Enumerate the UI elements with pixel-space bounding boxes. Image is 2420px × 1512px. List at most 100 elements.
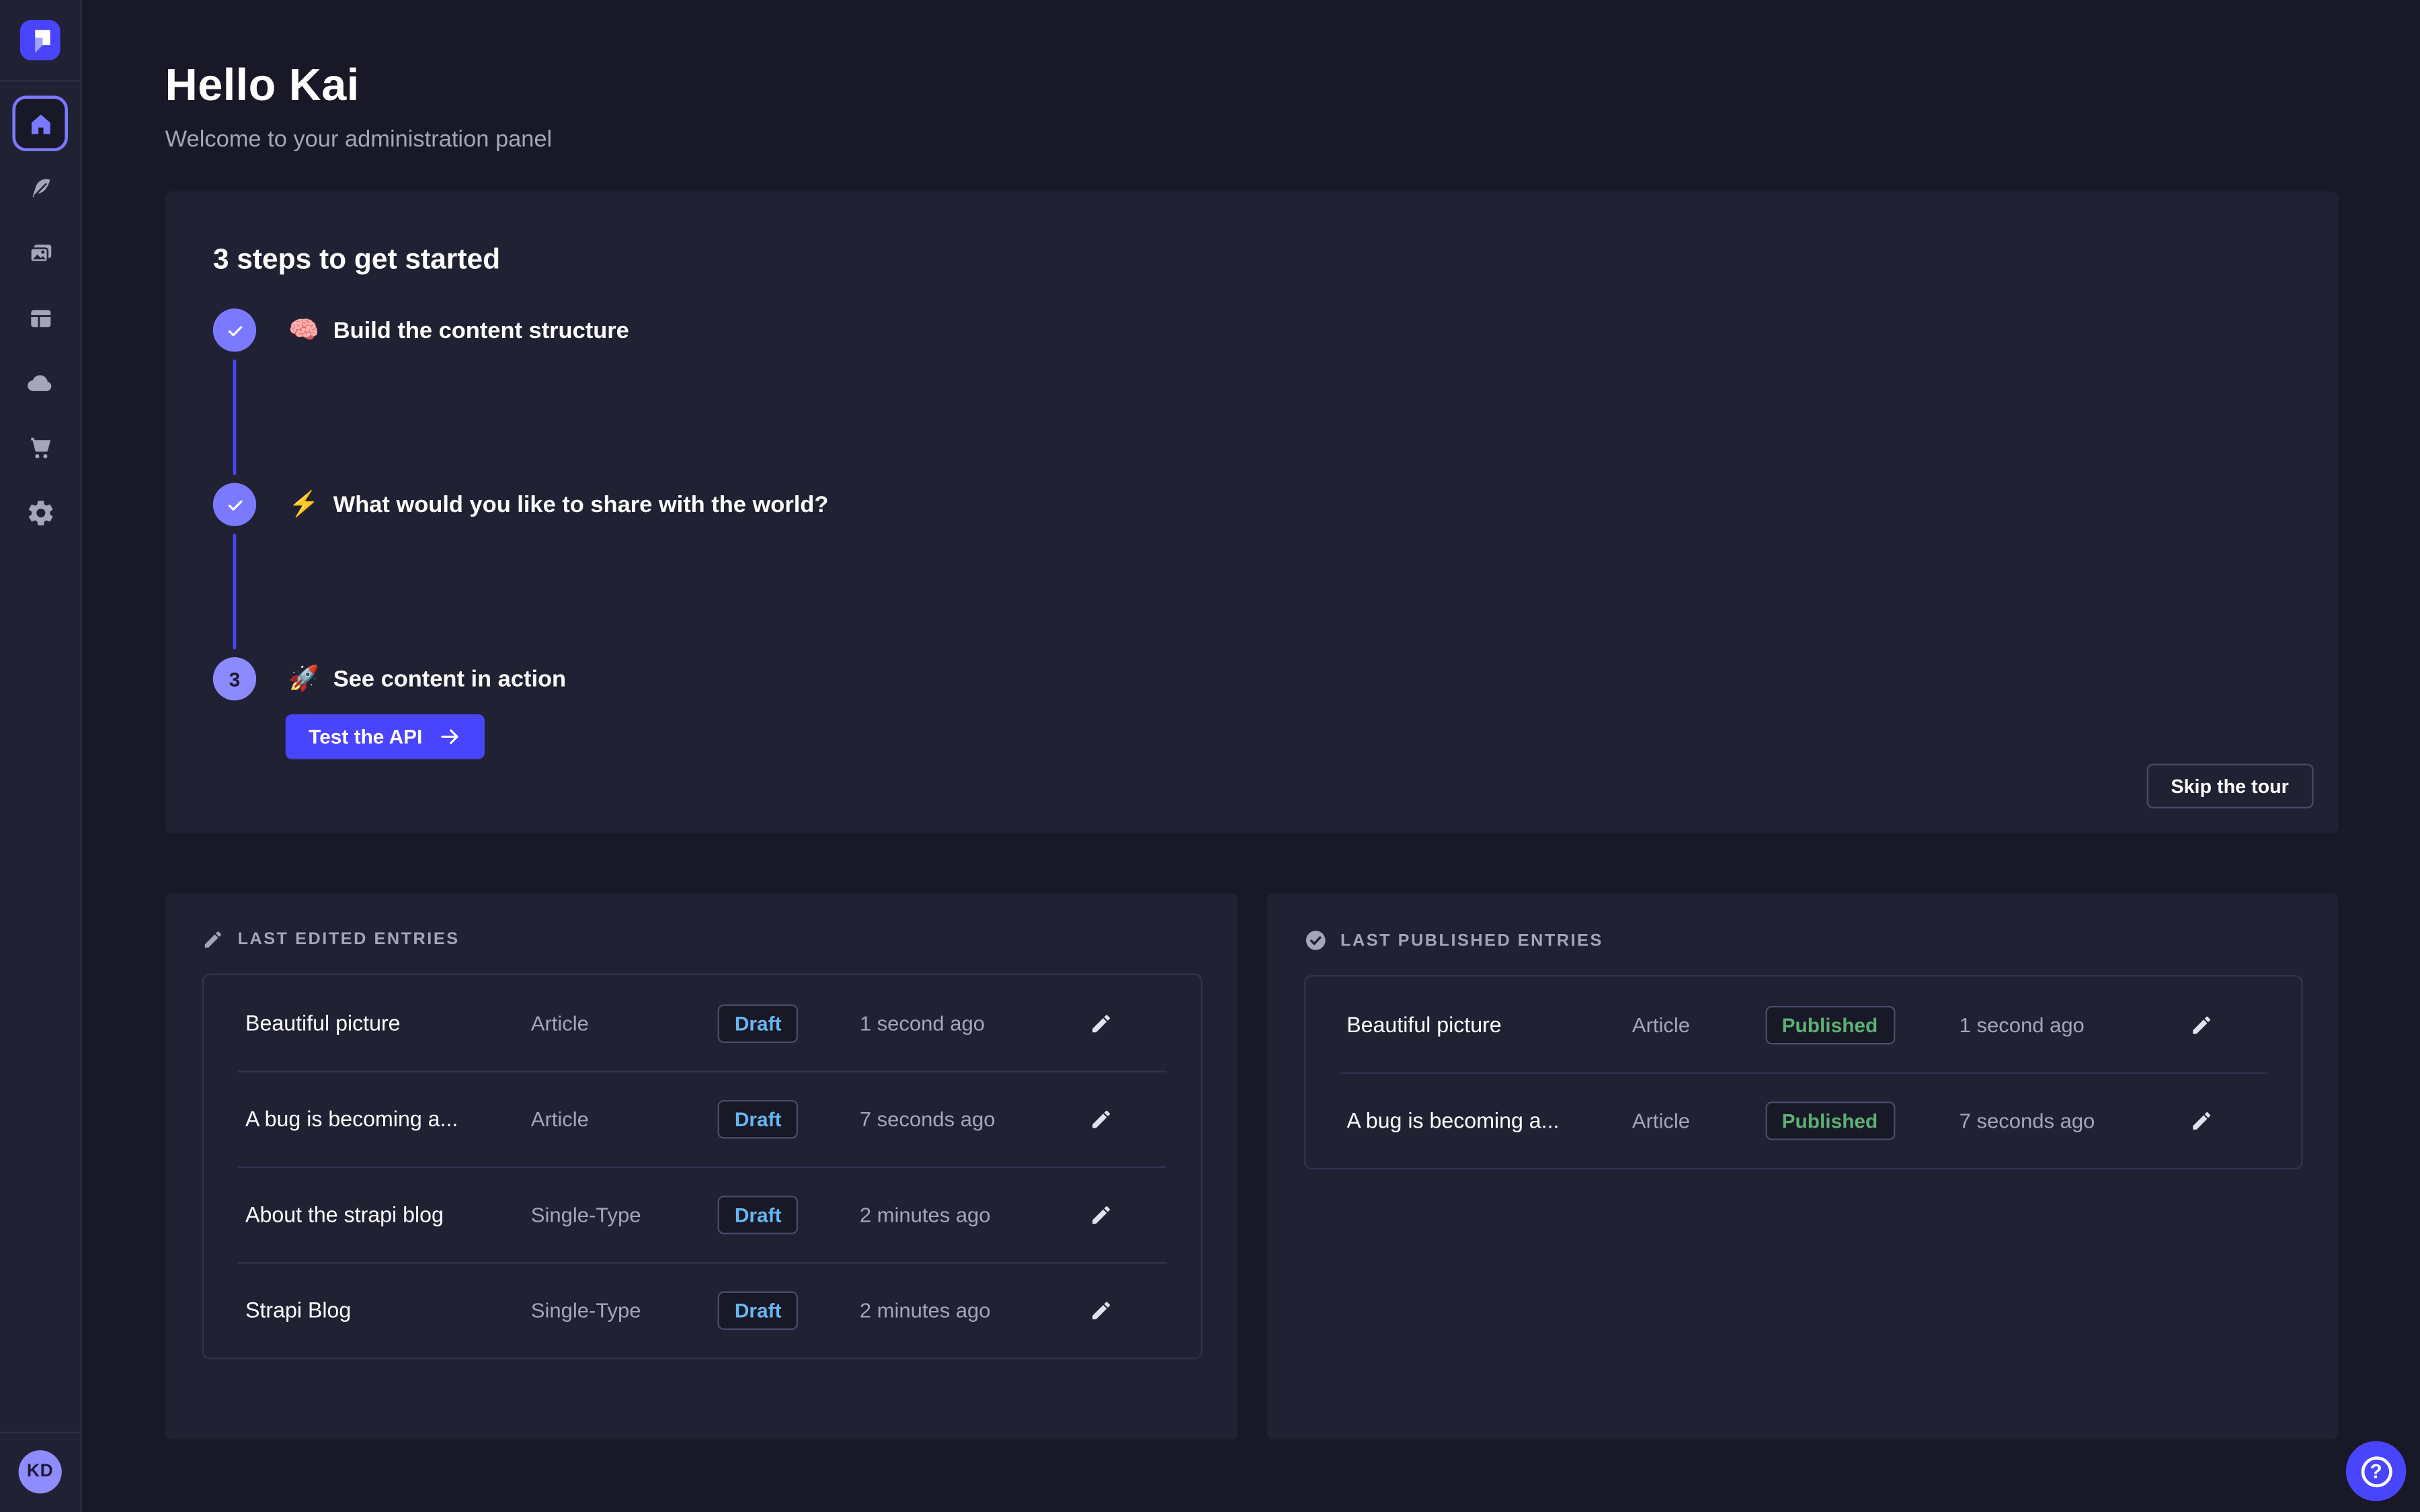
entry-updated-time: 1 second ago — [860, 1011, 1089, 1034]
entry-kind: Article — [1632, 1013, 1765, 1036]
entry-status-cell: Draft — [718, 1291, 860, 1329]
page-subtitle: Welcome to your administration panel — [165, 126, 2339, 153]
sidebar-item-content-type-builder[interactable] — [12, 290, 68, 346]
entry-kind: Article — [1632, 1109, 1765, 1132]
test-api-label: Test the API — [309, 725, 422, 748]
sidebar-footer: KD — [0, 1432, 80, 1512]
edit-entry-button[interactable] — [2190, 1013, 2213, 1036]
last-published-table: Beautiful picture Article Published 1 se… — [1303, 975, 2303, 1169]
skip-tour-button[interactable]: Skip the tour — [2146, 763, 2314, 808]
sidebar-divider — [0, 80, 81, 81]
strapi-logo[interactable] — [20, 20, 61, 60]
cart-icon — [26, 433, 55, 462]
page-title: Hello Kai — [165, 62, 2339, 113]
step-1-check-circle — [213, 308, 256, 351]
status-badge: Draft — [718, 1003, 799, 1042]
strapi-admin-app: KD Hello Kai Welcome to your administrat… — [0, 0, 2420, 1512]
status-badge: Published — [1765, 1101, 1894, 1139]
pencil-icon — [2190, 1109, 2213, 1132]
entry-updated-time: 1 second ago — [1960, 1013, 2190, 1036]
edit-entry-button[interactable] — [1089, 1107, 1112, 1130]
entry-status-cell: Draft — [718, 1195, 860, 1233]
entry-kind: Article — [531, 1107, 718, 1130]
sidebar: KD — [0, 0, 82, 1512]
table-row: Strapi Blog Single-Type Draft 2 minutes … — [204, 1262, 1200, 1357]
entry-updated-time: 7 seconds ago — [860, 1107, 1089, 1130]
check-icon — [225, 495, 245, 515]
main-content: Hello Kai Welcome to your administration… — [82, 0, 2420, 1512]
sidebar-item-settings[interactable] — [12, 485, 68, 540]
onboarding-card: 3 steps to get started 🧠 Build the conte… — [165, 192, 2339, 833]
entry-kind: Single-Type — [531, 1203, 718, 1226]
pencil-icon — [202, 929, 224, 950]
last-published-title: LAST PUBLISHED ENTRIES — [1340, 931, 1603, 950]
sidebar-footer-divider — [0, 1432, 81, 1433]
sidebar-item-cloud[interactable] — [12, 355, 68, 411]
step-connector — [233, 360, 237, 475]
sidebar-item-marketplace[interactable] — [12, 419, 68, 475]
entry-status-cell: Published — [1765, 1005, 1959, 1044]
status-badge: Draft — [718, 1195, 799, 1233]
step-connector — [233, 534, 237, 649]
last-edited-table: Beautiful picture Article Draft 1 second… — [202, 974, 1202, 1359]
pencil-icon — [1089, 1203, 1112, 1226]
step-1-label-wrap: 🧠 Build the content structure — [288, 314, 629, 345]
onboarding-steps: 🧠 Build the content structure ⚡ What wou… — [213, 308, 2338, 759]
entry-status-cell: Draft — [718, 1099, 860, 1138]
step-3-label: See content in action — [333, 666, 566, 692]
rocket-emoji-icon: 🚀 — [288, 663, 319, 694]
last-published-header: LAST PUBLISHED ENTRIES — [1303, 929, 2303, 952]
step-2-label: What would you like to share with the wo… — [333, 491, 829, 517]
table-row: About the strapi blog Single-Type Draft … — [204, 1167, 1200, 1262]
last-edited-card: LAST EDITED ENTRIES Beautiful picture Ar… — [165, 893, 1238, 1439]
test-api-button[interactable]: Test the API — [286, 714, 484, 759]
entry-title: Beautiful picture — [245, 1011, 531, 1036]
step-2: ⚡ What would you like to share with the … — [213, 483, 2338, 526]
entry-title: A bug is becoming a... — [1346, 1107, 1632, 1132]
step-2-label-wrap: ⚡ What would you like to share with the … — [288, 489, 828, 520]
edit-entry-button[interactable] — [2190, 1109, 2213, 1132]
layout-panels-icon — [26, 303, 55, 333]
entry-title: A bug is becoming a... — [245, 1106, 531, 1131]
pencil-icon — [1089, 1107, 1112, 1130]
gear-icon — [26, 497, 55, 527]
last-edited-header: LAST EDITED ENTRIES — [202, 929, 1202, 950]
table-row: Beautiful picture Article Published 1 se… — [1305, 976, 2301, 1072]
step-3-label-wrap: 🚀 See content in action — [288, 663, 566, 694]
step-3-number: 3 — [229, 667, 241, 690]
user-avatar[interactable]: KD — [19, 1450, 62, 1493]
edit-entry-button[interactable] — [1089, 1203, 1112, 1226]
help-button[interactable]: ? — [2346, 1441, 2407, 1501]
entry-updated-time: 2 minutes ago — [860, 1203, 1089, 1226]
table-row: A bug is becoming a... Article Published… — [1305, 1073, 2301, 1168]
entry-kind: Article — [531, 1011, 718, 1034]
brain-emoji-icon: 🧠 — [288, 314, 319, 345]
step-1-label: Build the content structure — [333, 317, 629, 343]
sidebar-item-home[interactable] — [12, 95, 68, 151]
last-edited-title: LAST EDITED ENTRIES — [238, 930, 460, 949]
arrow-right-icon — [438, 725, 460, 748]
edit-entry-button[interactable] — [1089, 1011, 1112, 1034]
pencil-icon — [1089, 1298, 1112, 1321]
step-2-check-circle — [213, 483, 256, 526]
onboarding-title: 3 steps to get started — [213, 242, 2338, 276]
edit-entry-button[interactable] — [1089, 1298, 1112, 1321]
entry-status-cell: Published — [1765, 1101, 1959, 1139]
status-badge: Published — [1765, 1005, 1894, 1044]
cloud-icon — [25, 367, 56, 398]
check-icon — [225, 320, 245, 340]
sidebar-item-content-manager[interactable] — [12, 161, 68, 216]
check-circle-icon — [1303, 929, 1326, 952]
table-row: A bug is becoming a... Article Draft 7 s… — [204, 1070, 1200, 1166]
table-row: Beautiful picture Article Draft 1 second… — [204, 975, 1200, 1070]
sidebar-item-media-library[interactable] — [12, 225, 68, 281]
lightning-emoji-icon: ⚡ — [288, 489, 319, 520]
status-badge: Draft — [718, 1291, 799, 1329]
entry-updated-time: 2 minutes ago — [860, 1298, 1089, 1321]
entry-kind: Single-Type — [531, 1298, 718, 1321]
entry-title: About the strapi blog — [245, 1202, 531, 1227]
cta-row: Test the API — [286, 714, 2339, 759]
step-1: 🧠 Build the content structure — [213, 308, 2338, 351]
entry-updated-time: 7 seconds ago — [1960, 1109, 2190, 1132]
last-published-card: LAST PUBLISHED ENTRIES Beautiful picture… — [1266, 893, 2339, 1439]
